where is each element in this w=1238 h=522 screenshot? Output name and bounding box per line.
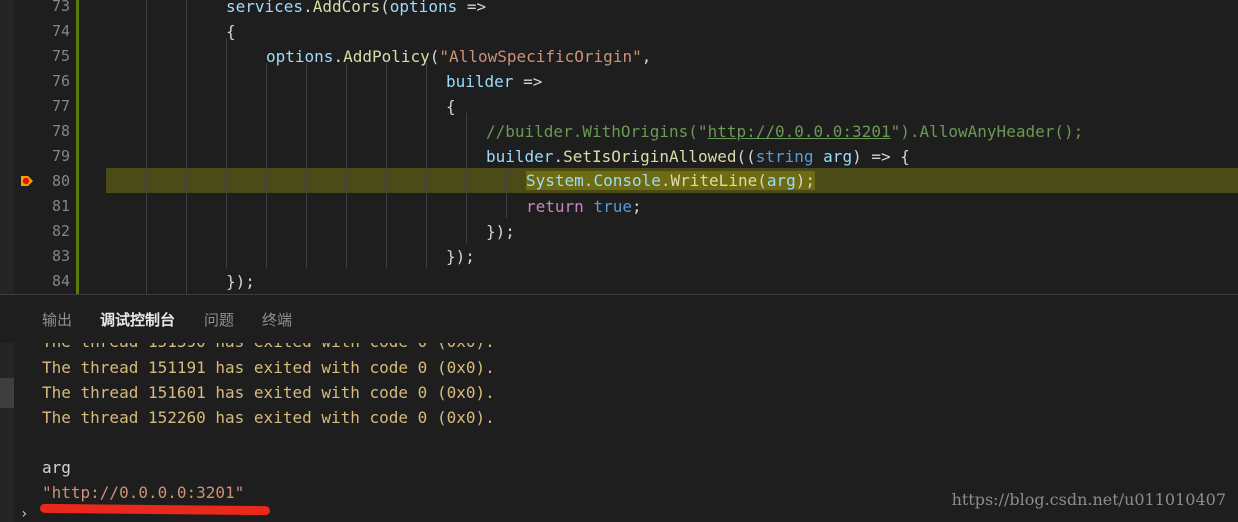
breakpoint-arrow-icon[interactable]	[20, 175, 34, 187]
indent-guide	[186, 0, 187, 294]
code-line-82[interactable]: });	[486, 219, 515, 244]
code-token: (	[429, 47, 440, 66]
comment-link[interactable]: http://0.0.0.0:3201	[708, 122, 891, 141]
line-number: 84	[51, 272, 70, 290]
watermark: https://blog.csdn.net/u011010407	[951, 490, 1226, 509]
code-token: AddPolicy	[343, 47, 430, 66]
code-token: options	[266, 47, 334, 66]
code-token: Console	[593, 171, 661, 190]
tab-terminal[interactable]: 终端	[262, 309, 292, 330]
code-line-77[interactable]: {	[446, 94, 456, 119]
indent-guide	[146, 0, 147, 294]
console-gutter	[0, 343, 14, 522]
indent-guide	[346, 63, 347, 268]
line-number: 79	[51, 147, 70, 165]
code-token: string	[755, 147, 814, 166]
code-token: .	[303, 0, 313, 16]
tab-output[interactable]: 输出	[42, 309, 72, 330]
code-line-75[interactable]: options.AddPolicy("AllowSpecificOrigin",	[266, 44, 651, 69]
console-line: "http://0.0.0.0:3201"	[42, 483, 245, 502]
code-token: (	[380, 0, 390, 16]
code-token: System	[526, 171, 584, 190]
code-token: AddCors	[312, 0, 381, 16]
line-number: 83	[51, 247, 70, 265]
git-change-indicator	[76, 0, 79, 294]
line-number: 82	[51, 222, 70, 240]
indent-guide	[426, 63, 427, 268]
code-token: //builder.WithOrigins("	[486, 122, 708, 141]
code-token: builder	[486, 147, 554, 166]
code-token: ;	[631, 197, 642, 216]
code-token: options	[389, 0, 458, 16]
code-token: ").AllowAnyHeader();	[890, 122, 1084, 141]
line-number: 78	[51, 122, 70, 140]
code-line-84[interactable]: });	[226, 269, 255, 294]
line-number: 76	[51, 72, 70, 90]
indent-guide	[506, 168, 507, 218]
line-number: 80	[51, 172, 70, 190]
code-token: WriteLine	[670, 171, 758, 190]
code-token: =>	[457, 0, 487, 16]
indent-guide	[266, 63, 267, 268]
code-line-76[interactable]: builder =>	[446, 69, 542, 94]
console-line: The thread 151601 has exited with code 0…	[42, 383, 495, 402]
console-scrollbar-thumb[interactable]	[0, 378, 14, 408]
code-token: .	[553, 147, 564, 166]
console-line: The thread 152260 has exited with code 0…	[42, 408, 495, 427]
code-token: .	[660, 171, 671, 190]
code-token: ,	[641, 47, 652, 66]
glyph-margin[interactable]	[14, 0, 40, 294]
code-token: (	[757, 171, 767, 190]
code-token: =>	[513, 72, 543, 91]
code-token: arg	[823, 147, 853, 166]
code-line-74[interactable]: {	[226, 19, 236, 44]
code-token: return	[526, 197, 584, 216]
tab-problems[interactable]: 问题	[204, 309, 234, 330]
activity-edge	[0, 0, 14, 294]
line-number: 77	[51, 97, 70, 115]
console-line: arg	[42, 458, 71, 477]
code-editor[interactable]: 73 74 75 76 77 78 79 80 81 82 83 84 serv…	[0, 0, 1238, 294]
code-token: .	[583, 171, 594, 190]
code-token: arg	[766, 171, 796, 190]
code-token: services	[226, 0, 304, 16]
line-number: 73	[51, 0, 70, 15]
code-token: );	[795, 171, 816, 190]
console-line: The thread 151390 has exited with code 0…	[42, 343, 495, 354]
line-number: 75	[51, 47, 70, 65]
code-line-78[interactable]: //builder.WithOrigins("http://0.0.0.0:32…	[486, 119, 1083, 144]
code-line-83[interactable]: });	[446, 244, 475, 269]
console-prompt-chevron-icon[interactable]: ›	[20, 506, 28, 522]
line-number: 81	[51, 197, 70, 215]
code-token: ) => {	[852, 147, 910, 166]
code-line-81[interactable]: return true;	[526, 194, 642, 219]
code-token: builder	[446, 72, 514, 91]
code-token: SetIsOriginAllowed	[563, 147, 737, 166]
code-token: .	[333, 47, 344, 66]
code-line-73[interactable]: services.AddCors(options =>	[226, 0, 486, 19]
tab-debug-console[interactable]: 调试控制台	[100, 309, 175, 330]
code-token: "AllowSpecificOrigin"	[439, 47, 642, 66]
indent-guide	[466, 113, 467, 243]
code-line-79[interactable]: builder.SetIsOriginAllowed((string arg) …	[486, 144, 910, 169]
code-token: true	[593, 197, 632, 216]
line-number: 74	[51, 22, 70, 40]
indent-guide	[306, 63, 307, 268]
indent-guide	[226, 38, 227, 268]
console-line: The thread 151191 has exited with code 0…	[42, 358, 495, 377]
indent-guide	[386, 63, 387, 268]
code-line-80[interactable]: System.Console.WriteLine(arg);	[526, 168, 816, 193]
panel-tab-bar: 输出 调试控制台 问题 终端	[0, 295, 1238, 343]
code-token: ((	[736, 147, 756, 166]
